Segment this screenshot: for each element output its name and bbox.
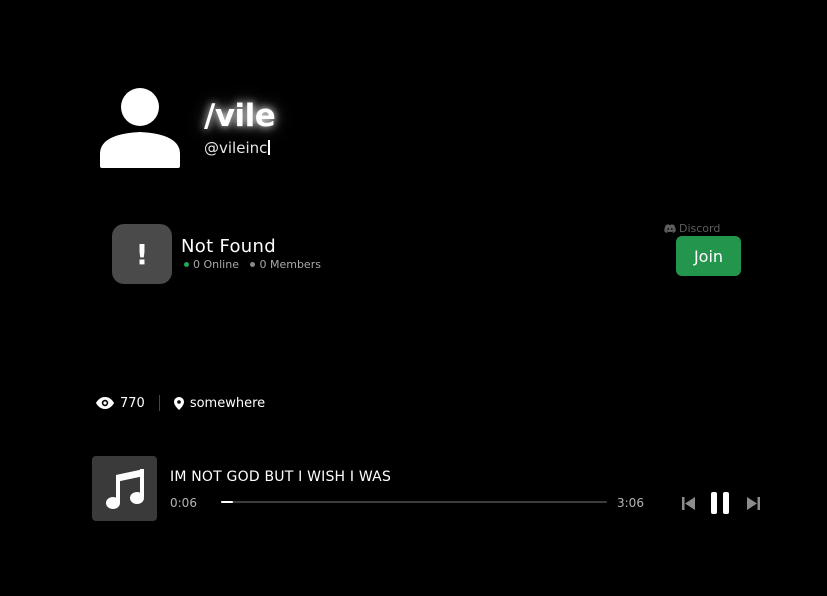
- map-pin-icon: [173, 396, 184, 410]
- online-dot: [184, 262, 189, 267]
- typing-cursor: [268, 140, 270, 155]
- total-time: 3:06: [617, 496, 644, 510]
- info-row: 770 somewhere: [96, 394, 265, 412]
- avatar: [98, 86, 182, 170]
- music-note-icon: [105, 468, 144, 509]
- handle-line: @vileinc: [204, 138, 270, 158]
- eye-icon: [96, 397, 114, 409]
- online-count: 0 Online: [193, 258, 239, 271]
- pause-icon: [711, 492, 729, 514]
- pause-button[interactable]: [709, 491, 731, 515]
- discord-label: Discord: [664, 221, 720, 237]
- members-dot: [250, 262, 256, 267]
- location: somewhere: [189, 395, 266, 411]
- handle: @vileinc: [204, 139, 268, 157]
- server-stats: 0 Online 0 Members: [184, 258, 321, 272]
- server-icon: !: [112, 224, 172, 284]
- view-count: 770: [120, 395, 145, 411]
- previous-button[interactable]: [680, 495, 698, 511]
- join-button[interactable]: Join: [676, 236, 741, 276]
- skip-forward-icon: [747, 496, 760, 510]
- user-icon: [100, 88, 180, 168]
- username: /vile: [204, 98, 276, 134]
- discord-label-text: Discord: [679, 222, 721, 235]
- skip-back-icon: [682, 496, 695, 510]
- progress-bar[interactable]: [221, 501, 607, 503]
- server-name: Not Found: [181, 236, 276, 257]
- members-count: 0 Members: [259, 258, 321, 271]
- album-cover: [92, 456, 157, 521]
- progress-fill: [221, 501, 234, 503]
- divider: [158, 395, 160, 411]
- discord-icon: [664, 224, 676, 233]
- song-title: IM NOT GOD BUT I WISH I WAS: [170, 469, 392, 485]
- next-button[interactable]: [744, 495, 762, 511]
- current-time: 0:06: [170, 496, 197, 510]
